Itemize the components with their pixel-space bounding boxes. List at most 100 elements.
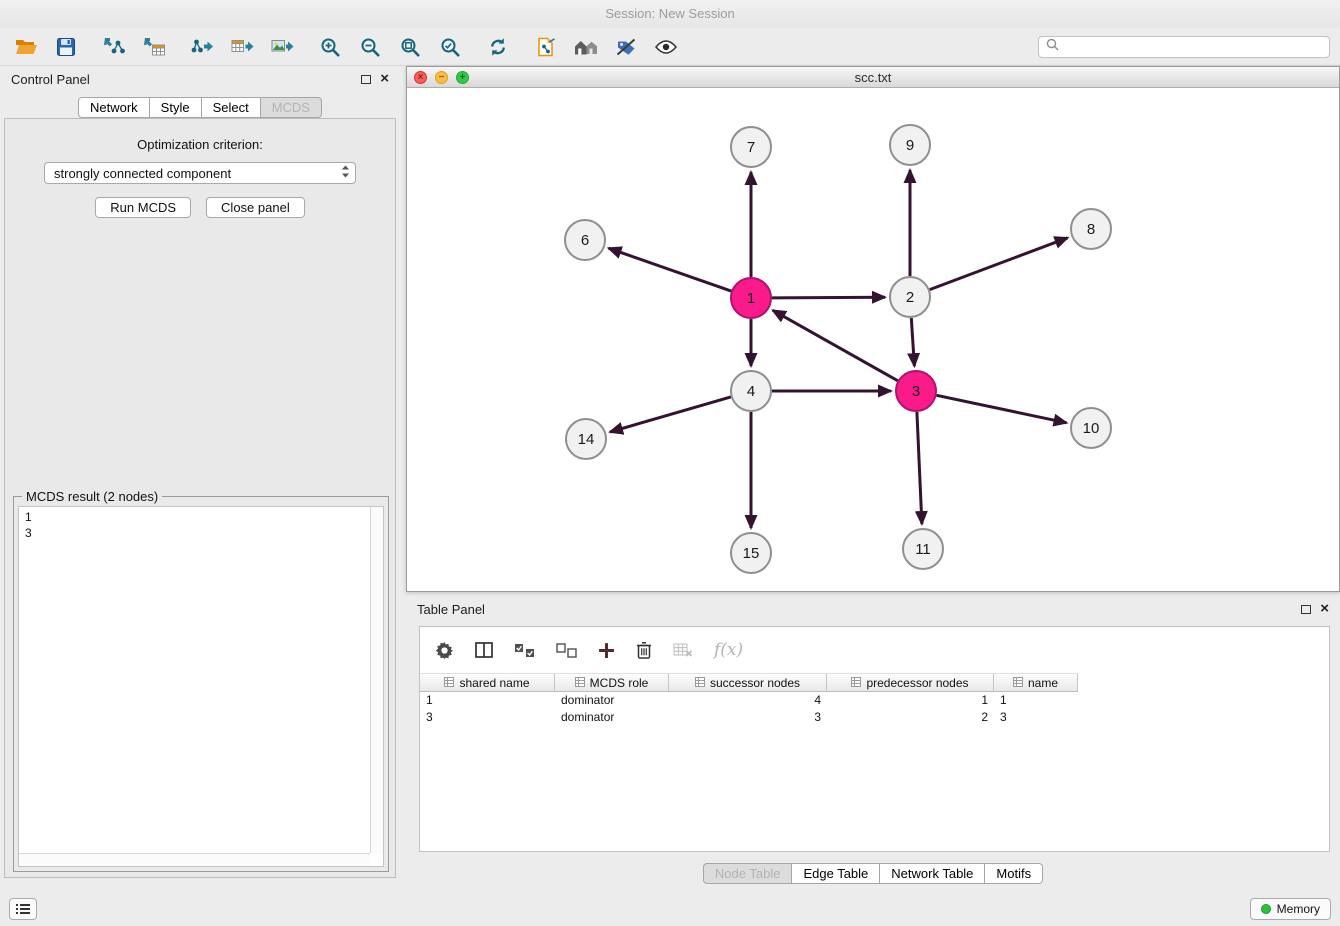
table-row[interactable]: 1dominator411: [420, 692, 1329, 709]
homes-icon[interactable]: [570, 33, 602, 61]
save-session-icon[interactable]: [50, 33, 82, 61]
import-network-icon[interactable]: [98, 33, 130, 61]
close-window-icon[interactable]: ×: [414, 71, 427, 84]
column-header-shared-name[interactable]: shared name: [420, 673, 555, 692]
network-window: × − + scc.txt 7 9 6 8 1 2 4 3 14 10 15 11: [406, 66, 1340, 592]
search-input[interactable]: [1064, 40, 1322, 54]
edge-1-6[interactable]: [609, 248, 732, 291]
column-label: successor nodes: [710, 676, 800, 690]
column-header-successor-nodes[interactable]: successor nodes: [669, 673, 827, 692]
function-builder-icon[interactable]: f(x): [714, 640, 743, 660]
network-document-icon[interactable]: [530, 33, 562, 61]
close-table-panel-icon[interactable]: ×: [1320, 603, 1329, 615]
deselect-all-icon[interactable]: [556, 643, 577, 658]
cell-name[interactable]: 1: [994, 692, 1078, 709]
network-canvas[interactable]: 7 9 6 8 1 2 4 3 14 10 15 11: [407, 88, 1339, 591]
node-1[interactable]: 1: [731, 278, 771, 318]
edge-4-14[interactable]: [610, 397, 731, 432]
node-7[interactable]: 7: [731, 127, 771, 167]
export-network-icon[interactable]: [186, 33, 218, 61]
tab-select[interactable]: Select: [202, 97, 261, 118]
column-label: shared name: [459, 676, 529, 690]
float-table-panel-icon[interactable]: [1301, 605, 1311, 614]
select-all-icon[interactable]: [514, 643, 535, 658]
run-mcds-button[interactable]: Run MCDS: [95, 197, 191, 218]
node-14[interactable]: 14: [566, 419, 606, 459]
zoom-fit-icon[interactable]: [394, 33, 426, 61]
export-image-icon[interactable]: [266, 33, 298, 61]
svg-text:14: 14: [578, 431, 595, 448]
column-header-predecessor-nodes[interactable]: predecessor nodes: [827, 673, 994, 692]
tab-style[interactable]: Style: [150, 97, 202, 118]
result-item[interactable]: 1: [19, 509, 370, 525]
hide-labels-icon[interactable]: [610, 33, 642, 61]
cell-name[interactable]: 3: [994, 709, 1078, 726]
search-icon: [1046, 38, 1059, 56]
node-10[interactable]: 10: [1071, 408, 1111, 448]
table-panel-title: Table Panel: [417, 602, 485, 617]
edge-3-1[interactable]: [773, 310, 898, 380]
open-file-icon[interactable]: [10, 33, 42, 61]
cell-successor-nodes[interactable]: 4: [669, 692, 827, 709]
add-row-icon[interactable]: [598, 642, 615, 659]
column-header-mcds-role[interactable]: MCDS role: [555, 673, 669, 692]
node-15[interactable]: 15: [731, 533, 771, 573]
result-horizontal-scrollbar[interactable]: [19, 853, 370, 866]
edge-2-3[interactable]: [911, 318, 914, 366]
edge-3-11[interactable]: [917, 412, 922, 524]
cell-mcds-role[interactable]: dominator: [555, 709, 669, 726]
toolbar-group: [186, 33, 298, 61]
cell-shared-name[interactable]: 3: [420, 709, 555, 726]
memory-button[interactable]: Memory: [1250, 898, 1331, 920]
cell-predecessor-nodes[interactable]: 2: [827, 709, 994, 726]
cell-mcds-role[interactable]: dominator: [555, 692, 669, 709]
node-11[interactable]: 11: [903, 529, 943, 569]
tab-network[interactable]: Network: [78, 97, 150, 118]
node-3[interactable]: 3: [896, 371, 936, 411]
criterion-select[interactable]: strongly connected component: [44, 162, 356, 184]
column-header-name[interactable]: name: [994, 673, 1078, 692]
edge-1-2[interactable]: [772, 297, 885, 298]
result-item[interactable]: 3: [19, 525, 370, 541]
delete-row-icon[interactable]: [636, 641, 652, 659]
zoom-window-icon[interactable]: +: [456, 71, 469, 84]
node-4[interactable]: 4: [731, 371, 771, 411]
cell-predecessor-nodes[interactable]: 1: [827, 692, 994, 709]
cell-shared-name[interactable]: 1: [420, 692, 555, 709]
table-tab-motifs[interactable]: Motifs: [985, 863, 1043, 884]
float-panel-icon[interactable]: [361, 75, 371, 84]
close-panel-icon[interactable]: ×: [380, 73, 389, 85]
network-window-titlebar[interactable]: × − + scc.txt: [407, 67, 1339, 88]
table-row[interactable]: 3dominator323: [420, 709, 1329, 726]
svg-text:11: 11: [915, 541, 931, 558]
delete-table-icon[interactable]: [673, 643, 693, 657]
zoom-selected-icon[interactable]: [434, 33, 466, 61]
sort-icon: [851, 676, 861, 690]
tab-mcds[interactable]: MCDS: [261, 97, 322, 118]
close-panel-button[interactable]: Close panel: [206, 197, 305, 218]
result-vertical-scrollbar[interactable]: [370, 507, 383, 853]
column-label: predecessor nodes: [866, 676, 968, 690]
table-tab-edge-table[interactable]: Edge Table: [792, 863, 880, 884]
zoom-in-icon[interactable]: [314, 33, 346, 61]
table-tab-network-table[interactable]: Network Table: [880, 863, 985, 884]
cell-successor-nodes[interactable]: 3: [669, 709, 827, 726]
search-box[interactable]: [1038, 36, 1330, 58]
node-9[interactable]: 9: [890, 125, 930, 165]
toggle-visibility-icon[interactable]: [650, 33, 682, 61]
task-list-button[interactable]: [9, 898, 37, 920]
node-8[interactable]: 8: [1071, 209, 1111, 249]
edge-3-10[interactable]: [937, 395, 1067, 423]
node-2[interactable]: 2: [890, 277, 930, 317]
import-table-icon[interactable]: [138, 33, 170, 61]
columns-icon[interactable]: [475, 641, 493, 659]
edge-2-8[interactable]: [930, 238, 1068, 290]
export-table-icon[interactable]: [226, 33, 258, 61]
gear-icon[interactable]: [435, 641, 454, 660]
node-6[interactable]: 6: [565, 220, 605, 260]
minimize-window-icon[interactable]: −: [435, 71, 448, 84]
zoom-out-icon[interactable]: [354, 33, 386, 61]
apply-layout-icon[interactable]: [482, 33, 514, 61]
table-tab-node-table[interactable]: Node Table: [703, 863, 793, 884]
titlebar[interactable]: Session: New Session: [0, 0, 1340, 28]
